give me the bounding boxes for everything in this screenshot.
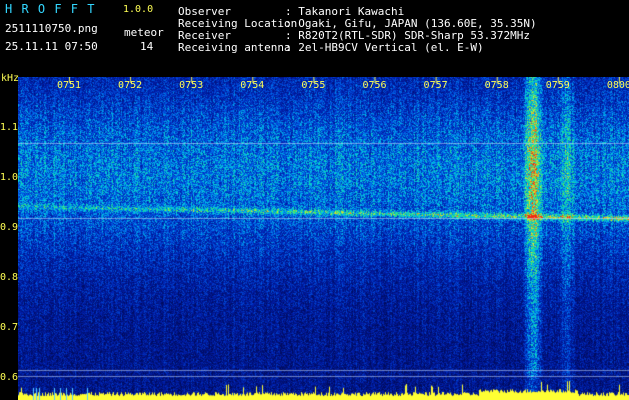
time-tick-label: 0755 [301, 80, 326, 91]
time-tick-label: 0752 [118, 80, 143, 91]
time-tick-label: 0800 [606, 80, 629, 91]
frequency-tick-label: 1.1 [0, 122, 19, 133]
app-title: H R O F F T [5, 2, 96, 16]
frequency-tick-label: 0.7 [0, 322, 19, 333]
time-tick-label: 0754 [240, 80, 265, 91]
antenna-label: Receiving antenna [178, 41, 291, 54]
spectrogram-canvas [18, 77, 629, 400]
time-tick-label: 0757 [423, 80, 448, 91]
meteor-label: meteor [124, 26, 164, 39]
time-tick-label: 0759 [545, 80, 570, 91]
app-version: 1.0.0 [123, 4, 154, 15]
frequency-unit: kHz [1, 73, 20, 84]
hrofft-window: H R O F F T 1.0.0 2511110750.png meteor … [0, 0, 629, 400]
time-tick-label: 0753 [179, 80, 204, 91]
file-name: 2511110750.png [5, 22, 98, 35]
frequency-tick-label: 0.8 [0, 272, 19, 283]
frequency-tick-label: 0.6 [0, 372, 19, 383]
date-time: 25.11.11 07:50 [5, 40, 98, 53]
time-tick-label: 0751 [56, 80, 82, 91]
meteor-count: 14 [140, 40, 154, 53]
time-tick-label: 0756 [362, 80, 387, 91]
frequency-tick-label: 1.0 [0, 172, 19, 183]
frequency-tick-label: 0.9 [0, 222, 19, 233]
time-tick-label: 0758 [484, 80, 509, 91]
antenna-value: : 2el-HB9CV Vertical (el. E-W) [285, 41, 484, 54]
